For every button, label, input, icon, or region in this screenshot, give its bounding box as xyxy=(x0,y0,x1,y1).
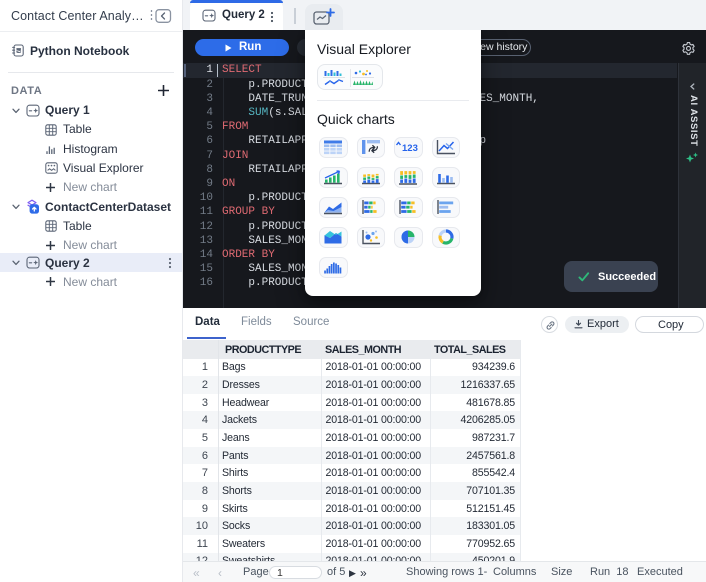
svg-text:123: 123 xyxy=(402,143,418,154)
